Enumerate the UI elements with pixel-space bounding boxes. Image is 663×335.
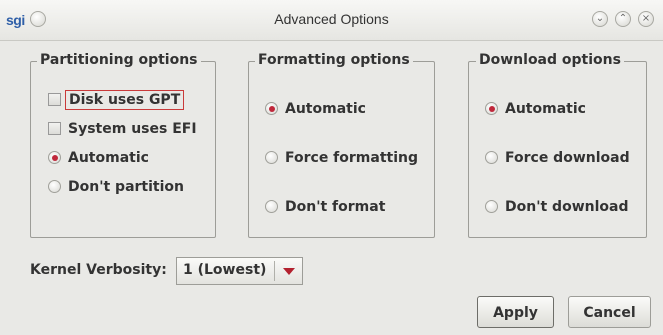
- kernel-verbosity-value: 1 (Lowest): [183, 262, 267, 278]
- maximize-icon[interactable]: ⌃: [615, 11, 631, 27]
- close-icon[interactable]: ×: [638, 11, 654, 27]
- cancel-button[interactable]: Cancel: [568, 296, 651, 328]
- radio-icon[interactable]: [485, 151, 498, 164]
- radio-icon[interactable]: [265, 200, 278, 213]
- format-automatic-label: Automatic: [285, 101, 366, 117]
- force-download-label: Force download: [505, 150, 630, 166]
- kernel-verbosity-select[interactable]: 1 (Lowest): [176, 257, 303, 285]
- dont-download-label: Don't download: [505, 199, 629, 215]
- dont-format-label: Don't format: [285, 199, 386, 215]
- dont-partition-label: Don't partition: [68, 179, 184, 195]
- radio-selected-icon[interactable]: [485, 102, 498, 115]
- radio-selected-icon[interactable]: [48, 151, 61, 164]
- formatting-options-group: Formatting options Automatic Force forma…: [248, 52, 435, 238]
- download-options-title: Download options: [476, 52, 624, 68]
- dropdown-arrow-icon[interactable]: [283, 268, 295, 275]
- combo-separator: [274, 261, 275, 281]
- partition-automatic-label: Automatic: [68, 150, 149, 166]
- radio-icon[interactable]: [48, 180, 61, 193]
- download-automatic-label: Automatic: [505, 101, 586, 117]
- minimize-icon[interactable]: ⌄: [592, 11, 608, 27]
- checkbox-icon[interactable]: [48, 122, 61, 135]
- partitioning-options-group: Partitioning options Disk uses GPT Syste…: [30, 52, 216, 238]
- system-uses-efi-label: System uses EFI: [68, 121, 197, 137]
- radio-icon[interactable]: [485, 200, 498, 213]
- window-title: Advanced Options: [274, 11, 389, 27]
- title-bar: sgi Advanced Options ⌄ ⌃ ×: [0, 0, 663, 41]
- force-formatting-label: Force formatting: [285, 150, 419, 166]
- kernel-verbosity-label: Kernel Verbosity:: [30, 262, 167, 278]
- radio-selected-icon[interactable]: [265, 102, 278, 115]
- checkbox-icon[interactable]: [48, 93, 61, 106]
- radio-icon[interactable]: [265, 151, 278, 164]
- partitioning-options-title: Partitioning options: [37, 52, 201, 68]
- disk-uses-gpt-label: Disk uses GPT: [65, 90, 185, 110]
- apply-button[interactable]: Apply: [477, 296, 554, 328]
- download-options-group: Download options Automatic Force downloa…: [468, 52, 647, 238]
- formatting-options-title: Formatting options: [255, 52, 413, 68]
